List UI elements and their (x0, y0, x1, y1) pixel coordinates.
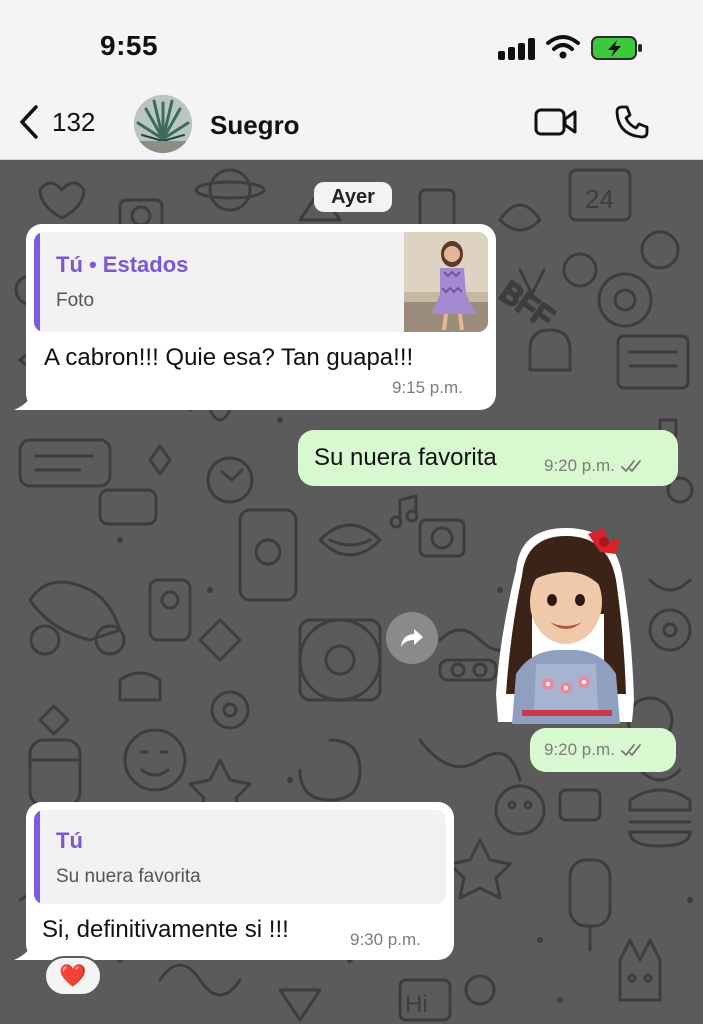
quote-accent-bar (34, 232, 40, 332)
back-button[interactable]: 132 (18, 104, 95, 140)
timestamp-text: 9:20 p.m. (544, 740, 615, 759)
signal-icon (498, 38, 536, 60)
status-time: 9:55 (100, 30, 159, 61)
quote-subtitle: Su nuera favorita (56, 866, 201, 887)
message-text: A cabron!!! Quie esa? Tan guapa!!! (44, 344, 414, 371)
agave-photo (134, 95, 192, 153)
double-check-icon (620, 460, 641, 472)
message-timestamp: 9:20 p.m. (544, 456, 645, 476)
timestamp-text: 9:20 p.m. (544, 456, 615, 475)
wifi-icon (546, 35, 580, 59)
double-check-icon (620, 744, 641, 756)
message-bubble-incoming[interactable]: Tú Su nuera favorita Si, definitivamente… (26, 802, 454, 960)
message-timestamp: 9:20 p.m. (544, 740, 645, 760)
message-text: Su nuera favorita (314, 444, 497, 471)
timestamp-text: 9:15 p.m. (392, 378, 463, 397)
message-bubble-outgoing[interactable]: Su nuera favorita 9:20 p.m. (298, 430, 678, 486)
unread-count: 132 (52, 106, 96, 137)
quote-title: Tú (56, 828, 83, 853)
svg-text:24: 24 (585, 184, 614, 214)
sticker-timestamp-bubble: 9:20 p.m. (530, 728, 676, 772)
forward-icon (401, 629, 423, 647)
quote-title: Tú • Estados (56, 252, 189, 277)
status-photo-thumbnail (404, 232, 488, 332)
message-reaction[interactable]: ❤️ (44, 956, 102, 996)
message-text: Si, definitivamente si !!! (42, 916, 289, 943)
message-timestamp: 9:30 p.m. (350, 930, 421, 950)
svg-text:Hi: Hi (405, 991, 428, 1018)
contact-avatar[interactable] (134, 95, 192, 153)
chat-area[interactable]: 24 BFF Hi Ayer Tú • Estados Foto A cabro… (0, 160, 703, 1024)
battery-icon (591, 36, 642, 60)
forward-button[interactable] (386, 612, 438, 664)
quoted-status[interactable]: Tú • Estados Foto (34, 232, 488, 332)
heart-icon: ❤️ (59, 963, 87, 988)
quote-subtitle: Foto (56, 290, 95, 311)
video-call-icon[interactable] (534, 106, 578, 138)
phone-icon[interactable] (614, 104, 650, 140)
day-separator: Ayer (314, 182, 392, 212)
back-chevron-icon (20, 105, 38, 139)
quoted-message[interactable]: Tú Su nuera favorita (34, 810, 446, 904)
message-bubble-incoming[interactable]: Tú • Estados Foto A cabron!!! Quie esa? … (26, 224, 496, 410)
timestamp-text: 9:30 p.m. (350, 930, 421, 949)
contact-name[interactable]: Suegro (210, 110, 300, 141)
sticker-image[interactable] (492, 524, 638, 724)
message-timestamp: 9:15 p.m. (392, 378, 463, 398)
quote-accent-bar (34, 810, 40, 904)
top-bar: 9:55 132 Suegro (0, 0, 703, 160)
